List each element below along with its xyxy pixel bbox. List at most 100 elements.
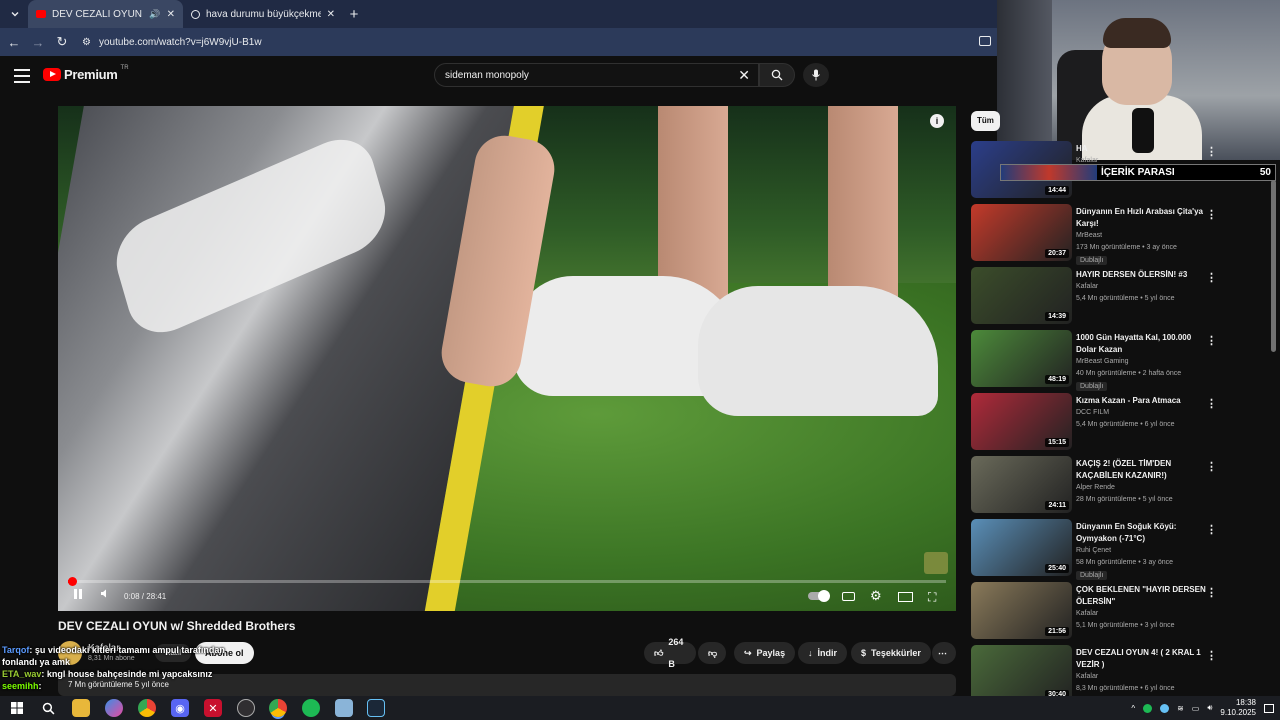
more-options-icon[interactable]: ⋮ (1206, 208, 1217, 221)
app-icon[interactable] (335, 699, 353, 717)
chrome-active-icon[interactable] (269, 699, 287, 717)
more-options-icon[interactable]: ⋮ (1206, 523, 1217, 536)
video-thumbnail[interactable]: 30:40 (971, 645, 1072, 702)
fullscreen-icon[interactable]: ⛶ (928, 590, 936, 605)
more-options-icon[interactable]: ⋮ (1206, 649, 1217, 662)
info-icon[interactable]: i (930, 114, 944, 128)
recommendation-item[interactable]: 14:39 HAYIR DERSEN ÖLERSİN! #3 Kafalar 5,4 … (971, 267, 1276, 330)
download-button[interactable]: ↓ İndir (798, 642, 847, 664)
tray-app-icon[interactable] (1160, 703, 1170, 713)
recommendation-item[interactable]: 21:56 ÇOK BEKLENEN "HAYIR DERSEN ÖLERSİN"… (971, 582, 1276, 645)
file-explorer-icon[interactable] (72, 699, 90, 717)
theater-mode-icon[interactable] (898, 592, 913, 602)
obs-icon[interactable] (237, 699, 255, 717)
more-options-icon[interactable]: ⋮ (1206, 271, 1217, 284)
reload-icon[interactable]: ↻ (50, 34, 74, 50)
network-icon[interactable]: ▭ (1192, 704, 1200, 713)
more-options-icon[interactable]: ⋮ (1206, 460, 1217, 473)
more-actions-button[interactable]: ⋯ (932, 642, 956, 664)
audio-icon[interactable]: 🔊 (149, 9, 160, 20)
youtube-logo[interactable]: Premium TR (43, 65, 129, 82)
duration-badge: 15:15 (1045, 438, 1069, 447)
close-tab-icon[interactable]: ✕ (167, 9, 175, 20)
share-button[interactable]: ↪ Paylaş (734, 642, 796, 664)
steam-icon[interactable] (367, 699, 385, 717)
cast-icon[interactable] (979, 36, 991, 46)
more-options-icon[interactable]: ⋮ (1206, 145, 1217, 158)
url-field[interactable]: ⚙ youtube.com/watch?v=j6W9vjU-B1w (82, 37, 262, 48)
recommendation-title[interactable]: KAÇIŞ 2! (ÖZEL TİM'DEN KAÇABİLEN KAZANIR… (1076, 458, 1206, 482)
recommendation-channel[interactable]: Kafalar (1076, 673, 1098, 680)
wifi-icon[interactable]: ≋ (1177, 704, 1184, 713)
recommendation-item[interactable]: 15:15 Kızma Kazan - Para Atmaca DCC FILM 5,… (971, 393, 1276, 456)
more-options-icon[interactable]: ⋮ (1206, 397, 1217, 410)
subtitles-icon[interactable] (842, 592, 855, 601)
video-thumbnail[interactable]: 20:37 (971, 204, 1072, 261)
menu-icon[interactable] (14, 69, 30, 87)
recommendation-channel[interactable]: Alper Rende (1076, 484, 1115, 491)
recommendation-title[interactable]: Dünyanın En Hızlı Arabası Çita'ya Karşı! (1076, 206, 1206, 230)
dislike-button[interactable]: 👎︎ (698, 642, 726, 664)
notification-icon[interactable] (1264, 703, 1274, 713)
video-player[interactable]: i 0:08 / 28:41 ⚙ ⛶ (58, 106, 956, 611)
pause-button[interactable] (72, 588, 84, 603)
recommendation-channel[interactable]: DCC FILM (1076, 409, 1109, 416)
channel-watermark[interactable] (924, 552, 948, 574)
new-tab-button[interactable]: + (343, 6, 365, 23)
windows-start-icon[interactable] (8, 699, 26, 717)
recommendation-item[interactable]: 25:40 Dünyanın En Soğuk Köyü: Oymyakon (-… (971, 519, 1276, 582)
settings-icon[interactable]: ⚙ (870, 588, 882, 604)
tray-chevron-icon[interactable]: ^ (1131, 704, 1135, 713)
video-thumbnail[interactable]: 21:56 (971, 582, 1072, 639)
recommendation-item[interactable]: 24:11 KAÇIŞ 2! (ÖZEL TİM'DEN KAÇABİLEN KA… (971, 456, 1276, 519)
browser-tab-active[interactable]: DEV CEZALI OYUN w/ Shre 🔊 ✕ (28, 0, 183, 28)
search-input[interactable]: sideman monopoly ✕ (434, 63, 759, 87)
more-options-icon[interactable]: ⋮ (1206, 586, 1217, 599)
recommendation-item[interactable]: 48:19 1000 Gün Hayatta Kal, 100.000 Dolar… (971, 330, 1276, 393)
close-tab-icon[interactable]: ✕ (327, 9, 335, 20)
chrome-icon[interactable] (138, 699, 156, 717)
recommendation-channel[interactable]: Kafalar (1076, 283, 1098, 290)
discord-icon[interactable]: ◉ (171, 699, 189, 717)
search-button[interactable] (759, 63, 795, 87)
more-options-icon[interactable]: ⋮ (1206, 334, 1217, 347)
like-button[interactable]: 👍︎ 264 B (644, 637, 696, 669)
volume-button[interactable] (100, 588, 111, 602)
browser-tab[interactable]: hava durumu büyükçekmece - ✕ (183, 0, 343, 28)
video-thumbnail[interactable]: 25:40 (971, 519, 1072, 576)
back-icon[interactable]: ← (2, 35, 26, 50)
search-icon[interactable] (39, 699, 57, 717)
thanks-button[interactable]: $ Teşekkürler (851, 642, 931, 664)
recommendation-channel[interactable]: Ruhi Çenet (1076, 547, 1111, 554)
site-info-icon[interactable]: ⚙ (82, 37, 91, 48)
sidebar-scrollbar[interactable] (1271, 180, 1276, 352)
tab-search-button[interactable] (2, 3, 28, 25)
video-thumbnail[interactable]: 15:15 (971, 393, 1072, 450)
tray-app-icon[interactable] (1143, 703, 1153, 713)
recommendation-channel[interactable]: Kafalar (1076, 157, 1098, 164)
recommendation-title[interactable]: ÇOK BEKLENEN "HAYIR DERSEN ÖLERSİN" (1076, 584, 1206, 608)
forward-icon[interactable]: → (26, 35, 50, 50)
recommendation-title[interactable]: HA (1076, 143, 1206, 155)
spotify-icon[interactable] (302, 699, 320, 717)
recommendation-title[interactable]: DEV CEZALI OYUN 4! ( 2 KRAL 1 VEZİR ) (1076, 647, 1206, 671)
progress-bar[interactable] (68, 577, 946, 586)
recommendation-channel[interactable]: Kafalar (1076, 610, 1098, 617)
voice-search-button[interactable] (803, 63, 829, 87)
x-app-icon[interactable]: ✕ (204, 699, 222, 717)
recommendation-title[interactable]: Dünyanın En Soğuk Köyü: Oymyakon (-71°C) (1076, 521, 1206, 545)
recommendation-channel[interactable]: MrBeast (1076, 232, 1102, 239)
clock[interactable]: 18:38 9.10.2025 (1220, 698, 1256, 718)
recommendation-title[interactable]: Kızma Kazan - Para Atmaca (1076, 395, 1206, 407)
video-thumbnail[interactable]: 48:19 (971, 330, 1072, 387)
clear-search-icon[interactable]: ✕ (738, 67, 750, 84)
recommendation-title[interactable]: HAYIR DERSEN ÖLERSİN! #3 (1076, 269, 1206, 281)
recommendation-item[interactable]: 20:37 Dünyanın En Hızlı Arabası Çita'ya K… (971, 204, 1276, 267)
speaker-icon[interactable]: 🔊︎ (1207, 703, 1212, 713)
video-thumbnail[interactable]: 24:11 (971, 456, 1072, 513)
recommendation-title[interactable]: 1000 Gün Hayatta Kal, 100.000 Dolar Kaza… (1076, 332, 1206, 356)
recommendation-channel[interactable]: MrBeast Gaming (1076, 358, 1129, 365)
copilot-icon[interactable] (105, 699, 123, 717)
video-thumbnail[interactable]: 14:39 (971, 267, 1072, 324)
chip-all[interactable]: Tüm (971, 111, 1000, 131)
